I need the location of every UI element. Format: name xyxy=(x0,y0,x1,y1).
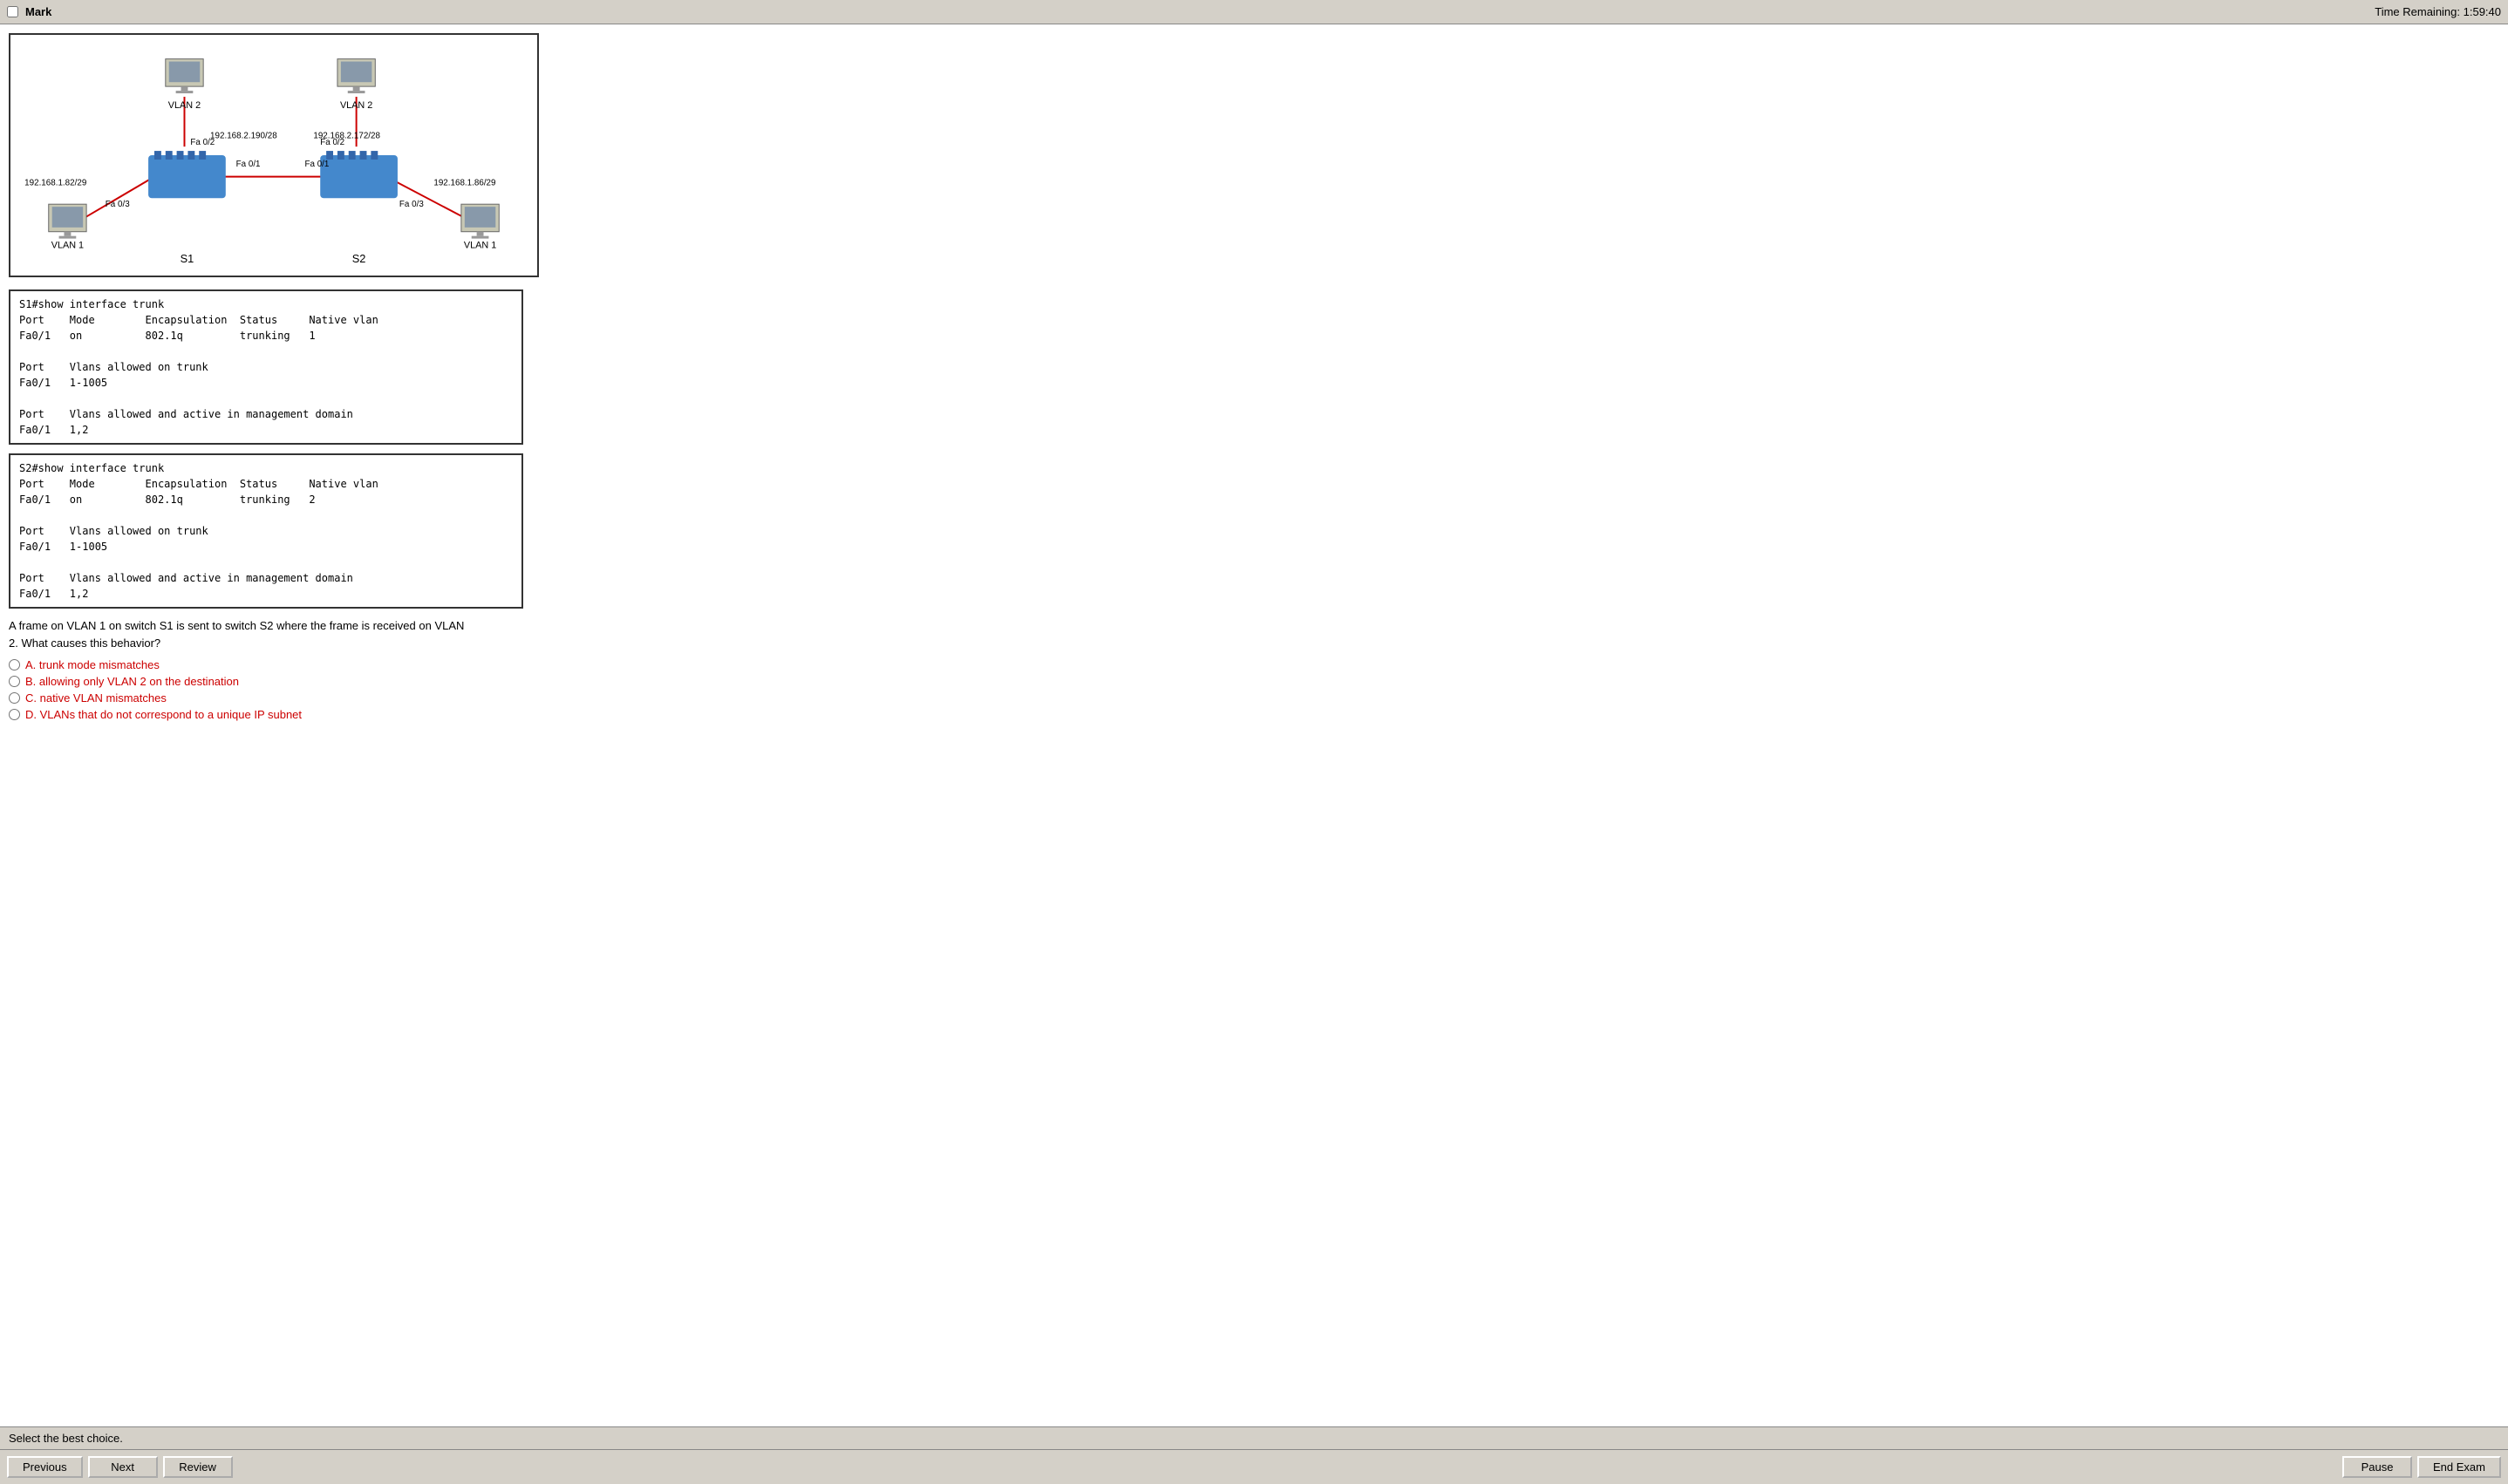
switch-s1: S1 xyxy=(148,151,226,265)
svg-text:Fa 0/2: Fa 0/2 xyxy=(190,138,215,147)
mark-label: Mark xyxy=(25,5,51,18)
answer-a-label[interactable]: A. trunk mode mismatches xyxy=(25,658,160,671)
svg-text:Fa 0/3: Fa 0/3 xyxy=(399,200,424,209)
time-remaining: Time Remaining: 1:59:40 xyxy=(2375,5,2501,18)
pc-top-left: VLAN 2 192.168.2.190/28 xyxy=(166,59,277,141)
answer-d-label[interactable]: D. VLANs that do not correspond to a uni… xyxy=(25,708,302,721)
svg-text:S1: S1 xyxy=(181,252,194,265)
radio-b[interactable] xyxy=(9,676,20,687)
answer-c-label[interactable]: C. native VLAN mismatches xyxy=(25,691,167,705)
answer-a: A. trunk mode mismatches xyxy=(9,658,2499,671)
terminal-s1: S1#show interface trunk Port Mode Encaps… xyxy=(9,289,523,445)
radio-a[interactable] xyxy=(9,659,20,671)
radio-d[interactable] xyxy=(9,709,20,720)
main-content: S1 S2 VLAN 2 192.168.2.1 xyxy=(0,24,2508,1426)
pc-left: VLAN 1 192.168.1.82/29 xyxy=(24,179,87,251)
terminal-s2-content: S2#show interface trunk Port Mode Encaps… xyxy=(19,460,513,602)
network-diagram: S1 S2 VLAN 2 192.168.2.1 xyxy=(9,33,539,277)
pause-button[interactable]: Pause xyxy=(2342,1456,2412,1478)
button-bar-right: Pause End Exam xyxy=(2342,1456,2501,1478)
question-line2: 2. What causes this behavior? xyxy=(9,636,160,650)
title-bar: Mark Time Remaining: 1:59:40 xyxy=(0,0,2508,24)
answer-c: C. native VLAN mismatches xyxy=(9,691,2499,705)
svg-text:192.168.1.82/29: 192.168.1.82/29 xyxy=(24,179,87,188)
radio-c[interactable] xyxy=(9,692,20,704)
svg-text:Fa 0/1: Fa 0/1 xyxy=(304,160,329,169)
svg-text:S2: S2 xyxy=(352,252,366,265)
answer-b-label[interactable]: B. allowing only VLAN 2 on the destinati… xyxy=(25,675,239,688)
svg-text:VLAN 2: VLAN 2 xyxy=(168,100,201,111)
terminal-s2: S2#show interface trunk Port Mode Encaps… xyxy=(9,453,523,609)
svg-text:192.168.1.86/29: 192.168.1.86/29 xyxy=(433,179,496,188)
previous-button[interactable]: Previous xyxy=(7,1456,83,1478)
svg-text:Fa 0/1: Fa 0/1 xyxy=(236,160,261,169)
end-exam-button[interactable]: End Exam xyxy=(2417,1456,2501,1478)
answers-container: A. trunk mode mismatches B. allowing onl… xyxy=(9,658,2499,721)
question-line1: A frame on VLAN 1 on switch S1 is sent t… xyxy=(9,619,464,632)
pc-right: VLAN 1 192.168.1.86/29 xyxy=(433,179,499,251)
svg-text:Fa 0/2: Fa 0/2 xyxy=(320,138,344,147)
answer-b: B. allowing only VLAN 2 on the destinati… xyxy=(9,675,2499,688)
title-bar-title: Mark xyxy=(7,5,51,18)
pc-top-right: VLAN 2 192.168.2.172/28 xyxy=(313,59,380,141)
button-bar: Previous Next Review Pause End Exam xyxy=(0,1449,2508,1484)
question-text: A frame on VLAN 1 on switch S1 is sent t… xyxy=(9,617,2499,651)
next-button[interactable]: Next xyxy=(88,1456,158,1478)
status-text: Select the best choice. xyxy=(9,1432,123,1445)
svg-text:192.168.2.190/28: 192.168.2.190/28 xyxy=(210,131,277,140)
network-svg: S1 S2 VLAN 2 192.168.2.1 xyxy=(10,35,537,276)
svg-text:Fa 0/3: Fa 0/3 xyxy=(106,200,130,209)
mark-checkbox[interactable] xyxy=(7,6,18,17)
svg-text:VLAN 2: VLAN 2 xyxy=(340,100,372,111)
review-button[interactable]: Review xyxy=(163,1456,233,1478)
svg-text:VLAN 1: VLAN 1 xyxy=(51,240,84,250)
svg-text:VLAN 1: VLAN 1 xyxy=(464,240,496,250)
terminal-s1-content: S1#show interface trunk Port Mode Encaps… xyxy=(19,296,513,438)
status-bar: Select the best choice. xyxy=(0,1426,2508,1449)
answer-d: D. VLANs that do not correspond to a uni… xyxy=(9,708,2499,721)
switch-s2: S2 xyxy=(320,151,398,265)
